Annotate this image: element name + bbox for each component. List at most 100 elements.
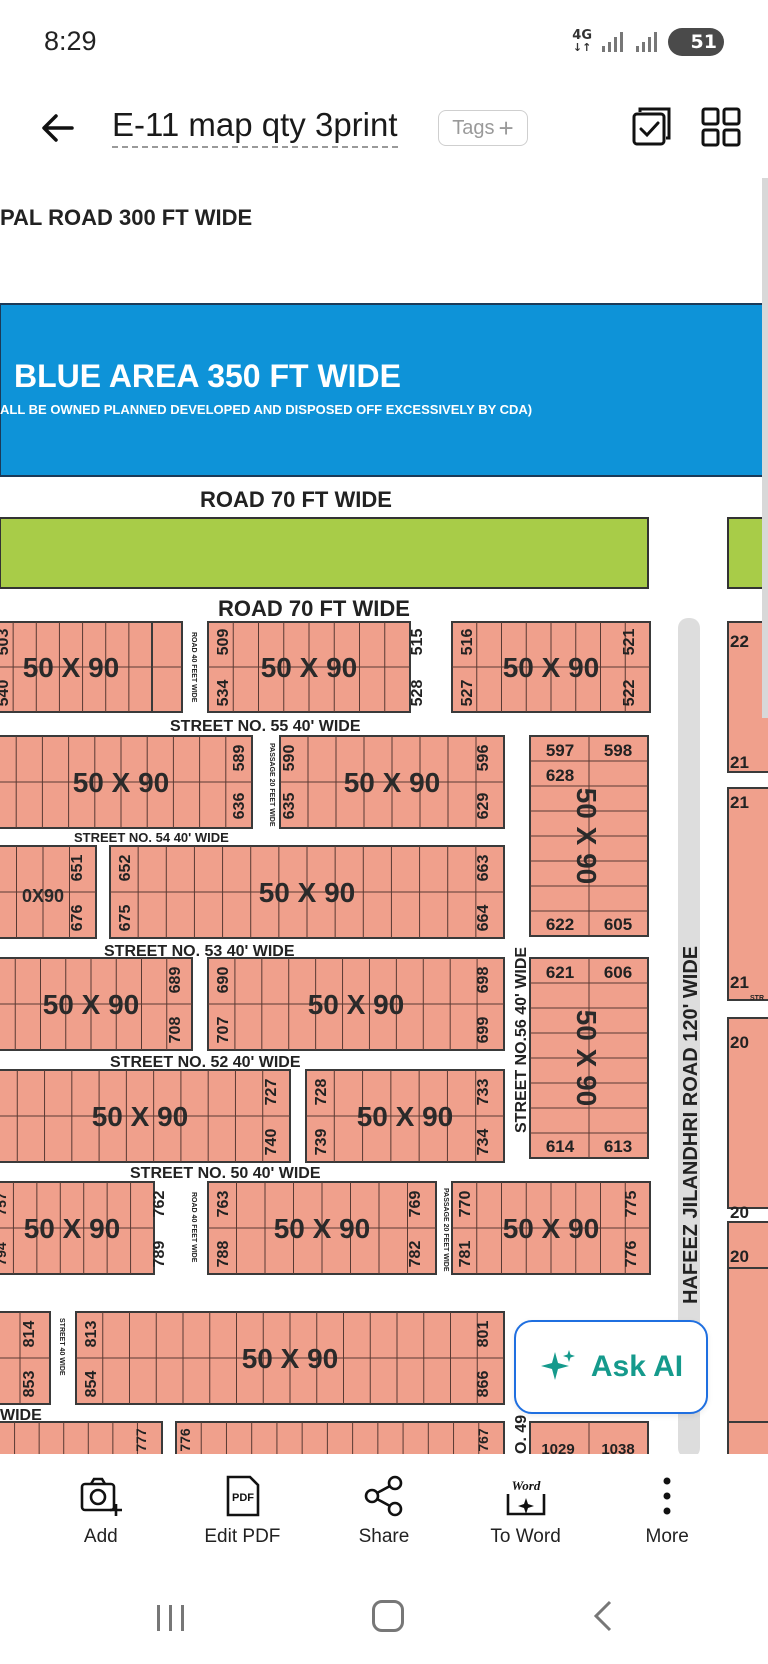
road-40-label-2: ROAD 40 FEET WIDE [190, 1192, 197, 1263]
network-type-icon: 4G ↓↑ [572, 28, 592, 54]
plot-763: 763 [215, 1191, 232, 1218]
camera-add-icon [80, 1477, 122, 1516]
block-7-size-label: 0X90 [22, 886, 64, 906]
plot-698: 698 [475, 967, 492, 994]
block-4-size-label: 50 X 90 [73, 767, 170, 798]
plot-521: 521 [621, 629, 638, 656]
pdf-icon-text: PDF [232, 1492, 254, 1504]
map-view[interactable]: PAL ROAD 300 FT WIDE BLUE AREA 350 FT WI… [0, 178, 768, 1454]
plot-708: 708 [167, 1017, 184, 1044]
plot-528: 528 [409, 680, 426, 707]
sparkle-icon [540, 1350, 575, 1380]
to-word-button[interactable]: Word To Word [461, 1474, 591, 1564]
share-button[interactable]: Share [319, 1474, 449, 1564]
plot-635: 635 [281, 793, 298, 820]
plot-636: 636 [231, 793, 248, 820]
road-70-label-a: ROAD 70 FT WIDE [200, 487, 392, 512]
plot-509: 509 [215, 629, 232, 656]
signal-icon-2 [636, 32, 657, 52]
ask-ai-label: Ask AI [590, 1350, 684, 1383]
right-column-plot-number: 21 [730, 753, 749, 772]
battery-icon: 51 [668, 28, 724, 56]
plot-770: 770 [457, 1191, 474, 1218]
plot-789: 789 [151, 1241, 168, 1268]
tags-button[interactable]: Tags + [438, 110, 528, 146]
street-40-label: STREET 40 WIDE [58, 1318, 65, 1376]
edit-pdf-button[interactable]: PDF Edit PDF [177, 1474, 307, 1564]
plot-782: 782 [407, 1241, 424, 1268]
app-bar: E-11 map qty 3print Tags + [0, 88, 768, 178]
road-70-label-b: ROAD 70 FT WIDE [218, 596, 410, 621]
back-arrow-icon[interactable] [38, 106, 78, 150]
home-icon[interactable] [372, 1600, 404, 1632]
add-button[interactable]: Add [36, 1474, 166, 1564]
more-button[interactable]: More [602, 1474, 732, 1564]
plot-776b: 776 [177, 1428, 193, 1452]
bottom-toolbar: Add PDF Edit PDF Share Word To Word More [0, 1454, 768, 1564]
hafeez-road-label: HAFEEZ JILANDHRI ROAD 120' WIDE [680, 946, 702, 1304]
block-19b [175, 1421, 505, 1454]
right-column-plots: 2221212120202019STR [727, 621, 768, 1454]
block-14-size-label: 50 X 90 [24, 1213, 121, 1244]
street-52-label: STREET NO. 52 40' WIDE [110, 1054, 301, 1071]
plot-664: 664 [475, 905, 492, 932]
plot-781: 781 [457, 1241, 474, 1268]
plot-597: 597 [546, 741, 574, 760]
green-belt-left [0, 517, 649, 589]
nav-back-icon[interactable] [588, 1598, 618, 1634]
plot-596: 596 [475, 745, 492, 772]
plot-605: 605 [604, 915, 632, 934]
block-16-size-label: 50 X 90 [503, 1213, 600, 1244]
passage-label-2: PASSAGE 20 FEET WIDE [442, 1188, 449, 1272]
plot-776: 776 [623, 1241, 640, 1268]
plot-516: 516 [459, 629, 476, 656]
more-label: More [645, 1526, 689, 1547]
block-15-size-label: 50 X 90 [274, 1213, 371, 1244]
plot-777: 777 [133, 1428, 149, 1452]
share-icon [364, 1475, 403, 1517]
ask-ai-button[interactable]: Ask AI [514, 1320, 708, 1414]
plot-767: 767 [475, 1428, 491, 1452]
plot-675: 675 [117, 905, 134, 932]
battery-level: 51 [690, 31, 717, 53]
block-10-size-label: 50 X 90 [308, 989, 405, 1020]
block-1-size-label: 50 X 90 [23, 652, 120, 683]
status-time: 8:29 [44, 26, 97, 56]
plot-1038: 1038 [601, 1441, 634, 1454]
street-55-label: STREET NO. 55 40' WIDE [170, 718, 361, 735]
block-18-size-label: 50 X 90 [242, 1343, 339, 1374]
blue-area-subtitle: ALL BE OWNED PLANNED DEVELOPED AND DISPO… [0, 402, 532, 417]
plot-621: 621 [546, 963, 574, 982]
system-nav-bar [0, 1564, 768, 1664]
scrollbar-thumb[interactable] [762, 178, 768, 718]
pdf-icon: PDF [227, 1475, 260, 1517]
plot-775: 775 [623, 1191, 640, 1218]
plot-522: 522 [621, 680, 638, 707]
right-column-plot-number: 21 [730, 973, 749, 992]
right-column-plot [727, 787, 768, 1001]
plot-690: 690 [215, 967, 232, 994]
grid-view-icon[interactable] [698, 104, 744, 150]
road-40-label-1: ROAD 40 FEET WIDE [190, 632, 197, 703]
right-column-plot-number: 20 [730, 1033, 749, 1052]
block-3-size-label: 50 X 90 [503, 652, 600, 683]
block-13-size-label: 50 X 90 [357, 1101, 454, 1132]
block-5-size-label: 50 X 90 [344, 767, 441, 798]
to-word-label: To Word [490, 1526, 561, 1547]
right-column-street-stub: STR [750, 995, 764, 1002]
plot-728: 728 [313, 1079, 330, 1106]
street-50-label: STREET NO. 50 40' WIDE [130, 1165, 321, 1182]
plot-534: 534 [215, 680, 232, 707]
plot-622: 622 [546, 915, 574, 934]
recent-apps-icon[interactable] [154, 1602, 188, 1634]
document-title[interactable]: E-11 map qty 3print [112, 106, 398, 148]
block-11-size-label: 50 X 90 [571, 1010, 602, 1107]
right-column-plot-number: 20 [730, 1203, 749, 1222]
select-checkbox-icon[interactable] [628, 104, 674, 150]
plot-853: 853 [21, 1371, 38, 1398]
plot-629: 629 [475, 793, 492, 820]
plot-762: 762 [151, 1191, 168, 1218]
plot-854: 854 [83, 1371, 100, 1398]
passage-label-1: PASSAGE 20 FEET WIDE [268, 743, 275, 827]
plot-606: 606 [604, 963, 632, 982]
